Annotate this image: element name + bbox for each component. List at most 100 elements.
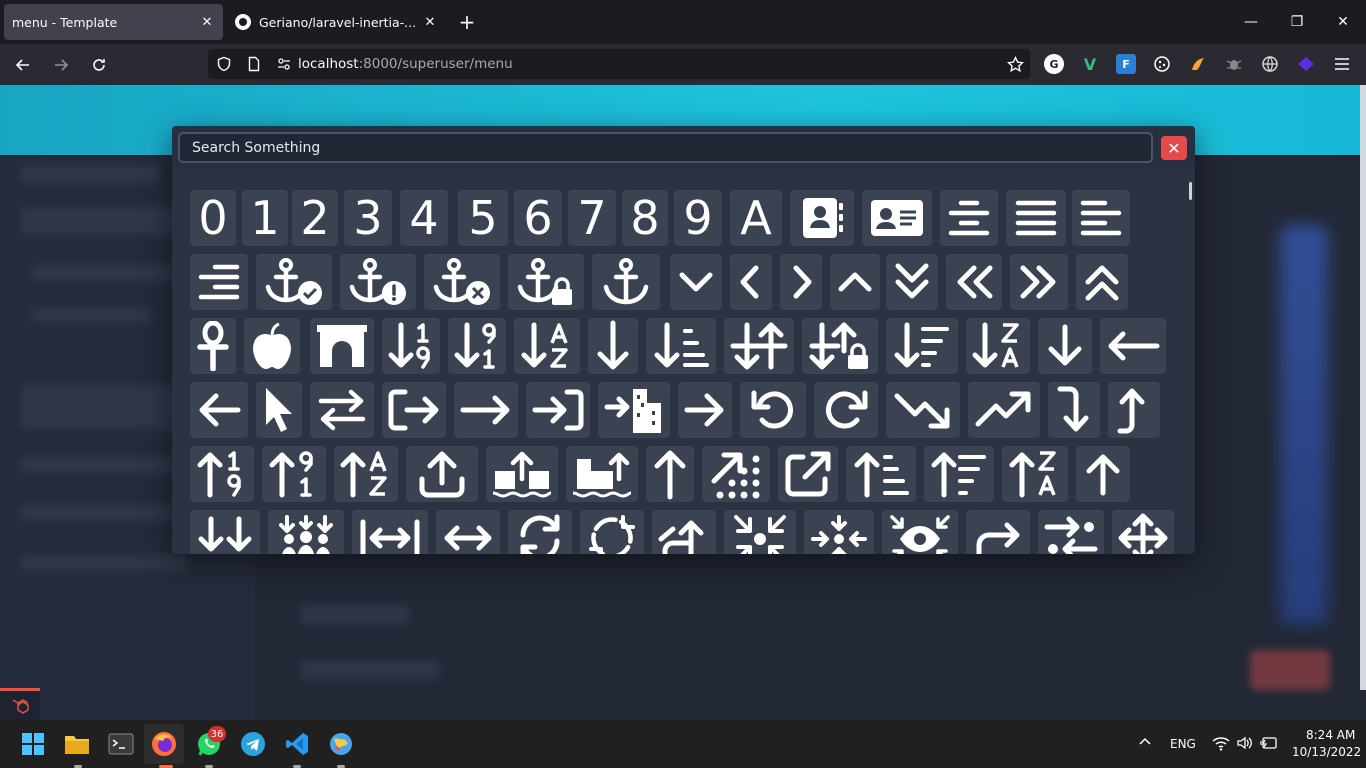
- arrow-right-icon[interactable]: [678, 382, 732, 438]
- arrow-left-icon[interactable]: [190, 382, 248, 438]
- back-icon[interactable]: [8, 50, 38, 80]
- angle-up-icon[interactable]: [830, 254, 880, 310]
- arrow-up-9-1-icon[interactable]: [262, 446, 326, 502]
- align-center-icon[interactable]: [940, 190, 998, 246]
- forward-icon[interactable]: [46, 50, 76, 80]
- align-left-icon[interactable]: [1072, 190, 1130, 246]
- clock-time[interactable]: 8:24 AM: [1306, 728, 1355, 742]
- arrows-to-circle-icon[interactable]: [724, 510, 796, 554]
- arrow-right-to-city-icon[interactable]: [598, 382, 670, 438]
- arrow-up-short-wide-icon[interactable]: [846, 446, 916, 502]
- angles-left-icon[interactable]: [946, 254, 1002, 310]
- arrow-up-from-water-pump-icon[interactable]: [566, 446, 638, 502]
- firefox-icon[interactable]: [150, 730, 178, 758]
- arrow-right-arrow-left-icon[interactable]: [310, 382, 374, 438]
- anchor-icon[interactable]: [592, 254, 660, 310]
- bookmark-star-icon[interactable]: [1007, 56, 1024, 73]
- arrows-up-down-left-right-icon[interactable]: [1112, 510, 1174, 554]
- arrow-down-a-z-icon[interactable]: [514, 318, 580, 374]
- icon-glyph[interactable]: 5: [458, 190, 508, 246]
- icon-glyph[interactable]: 0: [190, 190, 236, 246]
- search-input[interactable]: [178, 132, 1153, 163]
- address-book-icon[interactable]: [790, 190, 854, 246]
- permissions-icon[interactable]: [276, 56, 292, 72]
- arrow-down-short-wide-icon[interactable]: [646, 318, 716, 374]
- arrow-trend-down-icon[interactable]: [886, 382, 960, 438]
- arrow-up-icon[interactable]: [1076, 446, 1130, 502]
- apple-whole-icon[interactable]: [244, 318, 300, 374]
- arrow-turn-down-icon[interactable]: [1048, 382, 1100, 438]
- chevron-up-icon[interactable]: [1138, 734, 1152, 751]
- gem-icon[interactable]: [1296, 54, 1316, 74]
- minimize-button[interactable]: —: [1228, 0, 1274, 44]
- angles-up-icon[interactable]: [1076, 254, 1128, 310]
- arrow-down-1-9-icon[interactable]: [382, 318, 440, 374]
- arrow-down-9-1-icon[interactable]: [448, 318, 506, 374]
- language-indicator[interactable]: ENG: [1170, 737, 1196, 751]
- angle-down-icon[interactable]: [670, 254, 722, 310]
- icon-glyph[interactable]: 3: [344, 190, 392, 246]
- ankh-icon[interactable]: [190, 318, 236, 374]
- arrow-down-up-lock-icon[interactable]: [802, 318, 878, 374]
- arrow-down-long-icon[interactable]: [588, 318, 638, 374]
- arrow-up-long-icon[interactable]: [646, 446, 694, 502]
- paint-globe-icon[interactable]: [327, 730, 355, 758]
- anchor-circle-check-icon[interactable]: [256, 254, 332, 310]
- icon-glyph[interactable]: 1: [242, 190, 288, 246]
- arrows-to-dot-icon[interactable]: [804, 510, 874, 554]
- windows-start-icon[interactable]: [19, 730, 47, 758]
- align-justify-icon[interactable]: [1006, 190, 1066, 246]
- vscode-icon[interactable]: [283, 730, 311, 758]
- arrows-turn-right-icon[interactable]: [966, 510, 1030, 554]
- anchor-circle-xmark-icon[interactable]: [424, 254, 500, 310]
- arrow-right-to-bracket-icon[interactable]: [526, 382, 590, 438]
- globe-icon[interactable]: [1260, 54, 1280, 74]
- new-tab-button[interactable]: +: [452, 7, 482, 37]
- arrow-down-wide-short-icon[interactable]: [886, 318, 958, 374]
- arrow-down-up-across-line-icon[interactable]: [724, 318, 794, 374]
- icon-grid-scrollbar[interactable]: [1189, 182, 1192, 200]
- angles-right-icon[interactable]: [1010, 254, 1068, 310]
- reload-icon[interactable]: [84, 50, 114, 80]
- arrow-down-icon[interactable]: [1038, 318, 1092, 374]
- file-explorer-icon[interactable]: [63, 730, 91, 758]
- arrow-up-right-dots-icon[interactable]: [702, 446, 770, 502]
- icon-glyph[interactable]: 4: [400, 190, 448, 246]
- tab-github-repo[interactable]: Geriano/laravel-inertia-vite-tem ✕: [227, 4, 446, 40]
- cookie-icon[interactable]: [1152, 54, 1172, 74]
- bug-icon[interactable]: [1224, 54, 1244, 74]
- arrow-up-a-z-icon[interactable]: [334, 446, 398, 502]
- arrow-turn-up-icon[interactable]: [1108, 382, 1160, 438]
- page-scrollbar[interactable]: [1360, 85, 1366, 690]
- arrows-down-to-people-icon[interactable]: [268, 510, 344, 554]
- page-icon[interactable]: [246, 56, 262, 72]
- fi-extension-icon[interactable]: F: [1116, 54, 1136, 74]
- arrows-spin-icon[interactable]: [580, 510, 644, 554]
- address-card-icon[interactable]: [862, 190, 932, 246]
- archway-icon[interactable]: [310, 318, 374, 374]
- angles-down-icon[interactable]: [886, 254, 938, 310]
- arrows-left-right-to-line-icon[interactable]: [352, 510, 428, 554]
- icon-glyph[interactable]: 8: [622, 190, 668, 246]
- window-close-button[interactable]: ✕: [1320, 0, 1366, 44]
- close-icon[interactable]: ✕: [422, 15, 438, 30]
- telegram-icon[interactable]: [239, 730, 267, 758]
- laravel-icon[interactable]: [0, 688, 40, 720]
- anchor-circle-exclamation-icon[interactable]: [340, 254, 416, 310]
- flame-extension-icon[interactable]: [1188, 54, 1208, 74]
- arrows-turn-to-dots-icon[interactable]: [1038, 510, 1104, 554]
- icon-glyph[interactable]: 7: [568, 190, 616, 246]
- terminal-icon[interactable]: [107, 730, 135, 758]
- angle-left-icon[interactable]: [730, 254, 772, 310]
- arrows-split-up-and-left-icon[interactable]: [652, 510, 716, 554]
- icon-glyph[interactable]: 6: [514, 190, 562, 246]
- arrow-up-from-bracket-icon[interactable]: [406, 446, 478, 502]
- icon-glyph[interactable]: A: [730, 190, 782, 246]
- menu-hamburger-icon[interactable]: [1332, 54, 1352, 74]
- arrow-right-from-bracket-icon[interactable]: [382, 382, 446, 438]
- vue-devtools-icon[interactable]: V: [1080, 54, 1100, 74]
- arrows-left-right-icon[interactable]: [436, 510, 500, 554]
- angle-right-icon[interactable]: [780, 254, 822, 310]
- clock-date[interactable]: 10/13/2022: [1292, 745, 1361, 759]
- arrow-up-z-a-icon[interactable]: [1002, 446, 1068, 502]
